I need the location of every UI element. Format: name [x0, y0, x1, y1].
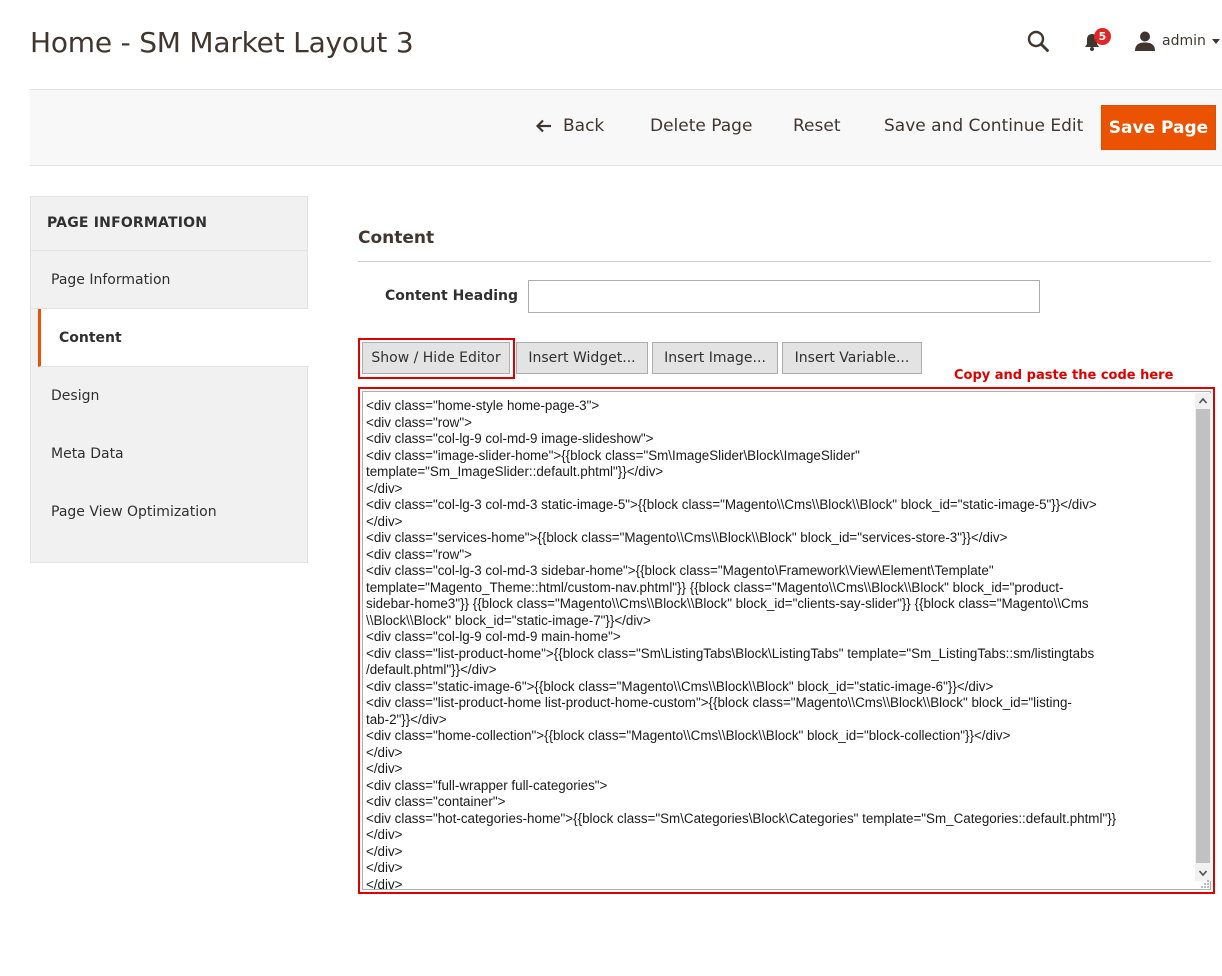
admin-user-menu[interactable]: admin	[1134, 29, 1220, 53]
section-divider	[358, 261, 1211, 262]
scroll-up-icon[interactable]	[1195, 393, 1211, 409]
back-label: Back	[563, 116, 605, 136]
annotation-editor-box: <div class="home-style home-page-3"> <div…	[358, 387, 1215, 894]
code-line: /default.phtml"}}</div>	[366, 662, 497, 677]
code-line: <div class="col-lg-3 col-md-3 sidebar-ho…	[366, 563, 994, 578]
reset-button[interactable]: Reset	[793, 116, 841, 136]
content-code-textarea[interactable]: <div class="home-style home-page-3"> <div…	[362, 391, 1211, 890]
save-and-continue-button[interactable]: Save and Continue Edit	[884, 116, 1083, 136]
insert-image-button[interactable]: Insert Image...	[652, 342, 778, 374]
sidebar-item-page-view-optimization[interactable]: Page View Optimization	[31, 483, 307, 541]
code-line: </div>	[366, 744, 403, 760]
caret-down-icon	[1211, 38, 1220, 44]
page-title: Home - SM Market Layout 3	[30, 26, 414, 59]
code-line: <div class="col-lg-3 col-md-3 static-ima…	[366, 497, 1097, 512]
sidebar-item-design[interactable]: Design	[31, 367, 307, 425]
code-line: <div class="static-image-6">{{block clas…	[366, 678, 994, 694]
code-line: </div>	[366, 843, 403, 859]
code-line: </div>	[366, 480, 403, 496]
code-line: </div>	[366, 860, 403, 875]
code-line: template="Sm_ImageSlider::default.phtml"…	[366, 464, 664, 479]
code-line: </div>	[366, 876, 403, 890]
code-line: tab-2"}}</div>	[366, 711, 447, 727]
arrow-left-icon	[535, 119, 551, 133]
code-line: </div>	[366, 761, 403, 776]
sidebar-item-page-information[interactable]: Page Information	[31, 251, 307, 309]
code-line: <div class="home-style home-page-3">	[366, 398, 600, 413]
code-line: template="Magento_Theme::html/custom-nav…	[366, 579, 1064, 595]
code-line: <div class="list-product-home">{{block c…	[366, 645, 1095, 661]
code-line: <div class="container">	[366, 794, 506, 809]
code-line: <div class="col-lg-9 col-md-9 image-slid…	[366, 431, 654, 446]
page-information-sidebar: PAGE INFORMATION Page Information Conten…	[30, 196, 309, 563]
code-line: <div class="row">	[366, 414, 472, 430]
sidebar-title: PAGE INFORMATION	[31, 197, 307, 251]
code-line: <div class="image-slider-home">{{block c…	[366, 447, 860, 463]
notifications-button[interactable]: 5	[1082, 28, 1112, 54]
annotation-hint: Copy and paste the code here	[954, 368, 1174, 383]
admin-username: admin	[1162, 33, 1206, 49]
content-heading-label: Content Heading	[385, 288, 519, 304]
code-line: <div class="hot-categories-home">{{block…	[366, 810, 1117, 826]
user-icon	[1135, 31, 1155, 51]
sidebar-item-content[interactable]: Content	[38, 309, 309, 367]
save-page-button[interactable]: Save Page	[1101, 105, 1216, 150]
scrollbar-thumb[interactable]	[1196, 409, 1210, 863]
header-actions: 5 admin	[962, 26, 1222, 56]
sidebar-item-meta-data[interactable]: Meta Data	[31, 425, 307, 483]
back-button[interactable]: Back	[535, 116, 604, 136]
resize-handle-icon[interactable]	[1200, 879, 1210, 889]
code-line: <div class="home-collection">{{block cla…	[366, 728, 1011, 743]
code-line: <div class="list-product-home list-produ…	[366, 695, 1072, 710]
search-icon[interactable]	[1026, 29, 1050, 53]
page-actions-bar: Back Delete Page Reset Save and Continue…	[30, 89, 1222, 166]
insert-variable-button[interactable]: Insert Variable...	[782, 342, 922, 374]
code-line: sidebar-home3"}} {{block class="Magento\…	[366, 596, 1089, 611]
annotation-highlight-box	[358, 338, 515, 379]
content-section-title: Content	[358, 228, 435, 248]
code-line: \\Block\\Block" block_id="static-image-7…	[366, 612, 651, 628]
delete-page-button[interactable]: Delete Page	[650, 116, 752, 136]
code-line: </div>	[366, 513, 403, 529]
vertical-scrollbar[interactable]	[1195, 393, 1211, 881]
code-line: <div class="row">	[366, 546, 472, 562]
code-line: <div class="col-lg-9 col-md-9 main-home"…	[366, 629, 621, 644]
code-line: </div>	[366, 827, 403, 842]
content-heading-input[interactable]	[528, 280, 1040, 313]
insert-widget-button[interactable]: Insert Widget...	[516, 342, 648, 374]
code-line: <div class="services-home">{{block class…	[366, 530, 1008, 545]
notification-count-badge: 5	[1094, 28, 1111, 45]
code-line: <div class="full-wrapper full-categories…	[366, 777, 608, 793]
